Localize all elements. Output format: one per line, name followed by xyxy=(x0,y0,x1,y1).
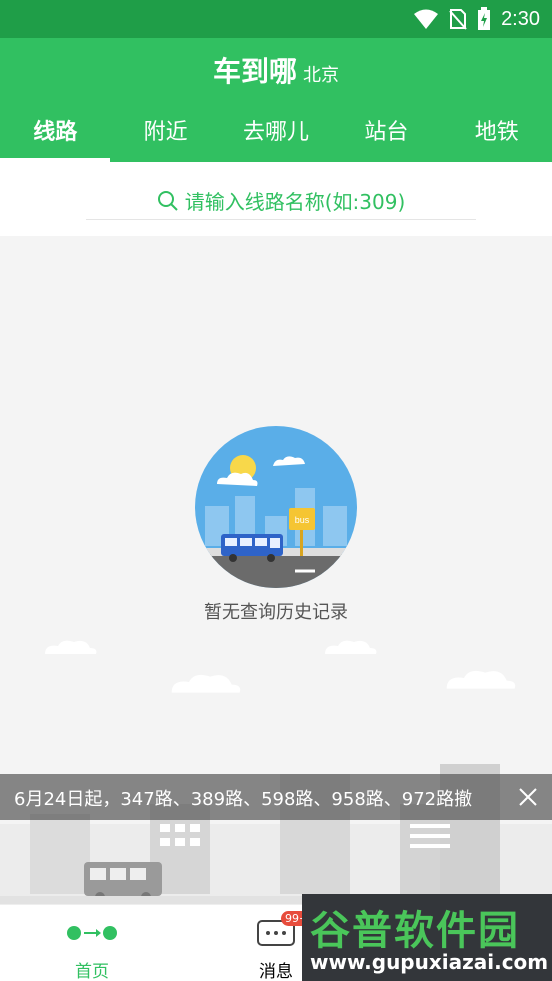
watermark-name: 谷普软件园 xyxy=(310,908,520,954)
cloud-icon xyxy=(45,640,97,654)
empty-illustration: bus xyxy=(195,426,357,588)
watermark-logo: 谷普软件园 www.gupuxiazai.com xyxy=(302,894,552,981)
search-placeholder: 请输入线路名称(如:309) xyxy=(184,190,406,214)
city-skyline-illustration xyxy=(0,764,552,904)
battery-charging-icon xyxy=(478,7,491,30)
search-area: 请输入线路名称(如:309) xyxy=(0,162,552,236)
tab-lines[interactable]: 线路 xyxy=(0,108,111,162)
tab-subway[interactable]: 地铁 xyxy=(442,108,552,162)
empty-message: 暂无查询历史记录 xyxy=(204,602,348,623)
cloud-icon xyxy=(325,640,377,654)
status-bar: 2:30 xyxy=(0,0,552,38)
nav-home[interactable]: 首页 xyxy=(37,905,147,981)
tab-destination[interactable]: 去哪儿 xyxy=(221,108,331,162)
app-title: 车到哪 xyxy=(212,55,297,88)
clock: 2:30 xyxy=(501,7,540,30)
wifi-icon xyxy=(414,9,439,29)
cloud-icon xyxy=(446,670,516,689)
announcement-ticker[interactable]: 6月24日起，347路、389路、598路、958路、972路撤 xyxy=(0,774,552,820)
city-selector[interactable]: 北京 xyxy=(303,65,339,86)
search-icon xyxy=(157,190,178,211)
nav-home-label: 首页 xyxy=(75,962,109,981)
no-sim-icon xyxy=(449,9,467,30)
tab-station[interactable]: 站台 xyxy=(331,108,441,162)
route-icon xyxy=(67,926,117,940)
tab-bar: 线路 附近 去哪儿 站台 地铁 xyxy=(0,108,552,162)
bus-sign-text: bus xyxy=(295,515,310,525)
announcement-text: 6月24日起，347路、389路、598路、958路、972路撤 xyxy=(14,789,473,810)
cloud-icon xyxy=(171,674,241,693)
app-bar: 车到哪 北京 线路 附近 去哪儿 站台 地铁 xyxy=(0,38,552,162)
close-icon[interactable] xyxy=(516,785,540,809)
search-input[interactable]: 请输入线路名称(如:309) xyxy=(86,182,476,220)
tab-nearby[interactable]: 附近 xyxy=(110,108,220,162)
watermark-url: www.gupuxiazai.com xyxy=(310,950,549,974)
